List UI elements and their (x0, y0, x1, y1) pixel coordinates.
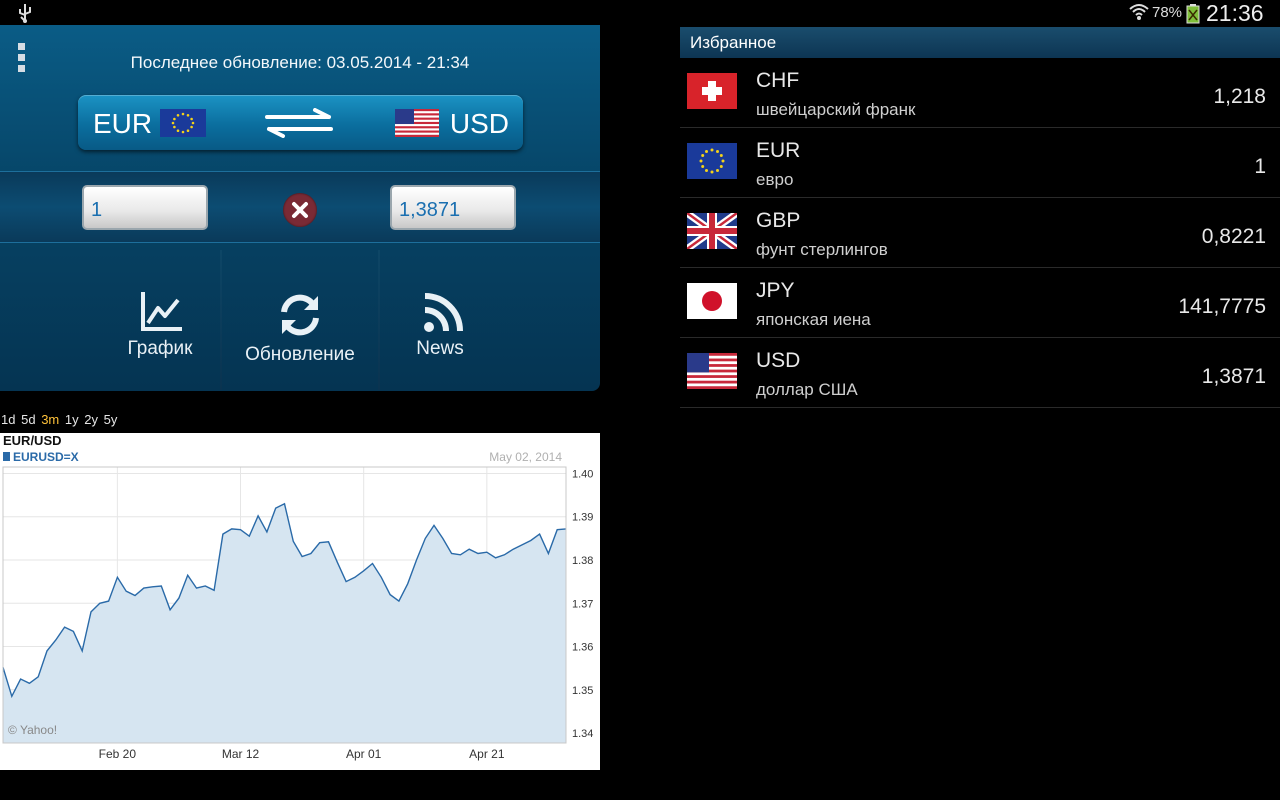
wifi-icon (1128, 2, 1150, 27)
yahoo-watermark: © Yahoo! (8, 723, 57, 737)
currency-name: евро (756, 170, 794, 189)
currency-name: японская иена (756, 310, 871, 329)
favorites-header: Избранное (680, 27, 1280, 58)
close-icon (292, 202, 308, 218)
currency-rate: 1,218 (1213, 85, 1266, 108)
y-tick-label: 1.38 (572, 555, 593, 567)
list-item[interactable]: CHF швейцарский франк 1,218 (680, 58, 1280, 128)
period-2y[interactable]: 2y (84, 412, 98, 427)
y-tick-label: 1.36 (572, 642, 593, 654)
currency-code: EUR (756, 139, 801, 162)
legend-swatch (3, 452, 10, 461)
currency-rate: 1 (1254, 155, 1266, 178)
chart-title: EUR/USD (3, 433, 62, 448)
refresh-label: Обновление (245, 344, 355, 365)
refresh-button[interactable]: Обновление (222, 250, 378, 390)
us-flag-icon (687, 353, 737, 389)
last-update-text: Последнее обновление: 03.05.2014 - 21:34 (130, 53, 470, 72)
converter-panel: Последнее обновление: 03.05.2014 - 21:34… (0, 25, 600, 391)
jp-flag-icon (687, 283, 737, 319)
y-tick-label: 1.40 (572, 468, 593, 480)
y-tick-label: 1.39 (572, 512, 593, 524)
currency-name: доллар США (756, 380, 858, 399)
from-currency[interactable]: EUR (93, 108, 152, 140)
rate-chart: EUR/USD EURUSD=X May 02, 2014 © Yahoo! 1… (0, 433, 600, 770)
swap-icon[interactable] (263, 108, 335, 143)
currency-code: GBP (756, 209, 801, 232)
favorites-title: Избранное (690, 33, 777, 52)
ch-flag-icon (687, 73, 737, 109)
currency-rate: 141,7775 (1178, 295, 1266, 318)
clear-button[interactable] (283, 193, 317, 227)
rss-icon (424, 293, 463, 332)
currency-name: фунт стерлингов (756, 240, 888, 259)
currency-rate: 1,3871 (1201, 365, 1266, 388)
eu-flag-icon (160, 109, 206, 142)
list-item[interactable]: USD доллар США 1,3871 (680, 338, 1280, 408)
list-item[interactable]: EUR евро 1 (680, 128, 1280, 198)
currency-code: JPY (756, 279, 795, 302)
us-flag-icon (395, 109, 439, 142)
x-tick-label: Apr 01 (346, 747, 382, 761)
list-item[interactable]: JPY японская иена 141,7775 (680, 268, 1280, 338)
battery-icon (1186, 4, 1200, 29)
chart-label: График (127, 338, 193, 359)
chart-icon (141, 292, 182, 331)
amount-input-band: 1 1,3871 (0, 171, 600, 243)
news-button[interactable]: News (380, 250, 500, 390)
eu-flag-icon (687, 143, 737, 179)
y-tick-label: 1.35 (572, 685, 593, 697)
favorites-list: CHF швейцарский франк 1,218 EUR евро 1 G… (680, 58, 1280, 408)
currency-code: USD (756, 349, 801, 372)
to-currency[interactable]: USD (450, 108, 509, 140)
y-tick-label: 1.37 (572, 598, 593, 610)
from-amount-input[interactable]: 1 (82, 185, 208, 230)
rate-chart-svg: EUR/USD EURUSD=X May 02, 2014 © Yahoo! 1… (2, 433, 593, 761)
currency-rate: 0,8221 (1201, 225, 1266, 248)
refresh-icon (281, 294, 319, 336)
area-fill (3, 503, 566, 743)
y-tick-label: 1.34 (572, 728, 593, 740)
list-item[interactable]: GBP фунт стерлингов 0,8221 (680, 198, 1280, 268)
period-5d[interactable]: 5d (21, 412, 35, 427)
currency-pair-selector[interactable]: EUR USD (78, 95, 523, 150)
x-tick-label: Apr 21 (469, 747, 505, 761)
period-3m[interactable]: 3m (41, 412, 59, 427)
period-5y[interactable]: 5y (104, 412, 118, 427)
period-selector: 1d 5d 3m 1y 2y 5y (1, 412, 119, 427)
currency-name: швейцарский франк (756, 100, 916, 119)
to-amount-input[interactable]: 1,3871 (390, 185, 516, 230)
news-label: News (416, 338, 464, 359)
status-bar: 78% 21:36 (0, 0, 1280, 27)
period-1y[interactable]: 1y (65, 412, 79, 427)
x-tick-label: Feb 20 (99, 747, 137, 761)
clock: 21:36 (1206, 0, 1264, 26)
chart-button[interactable]: График (100, 250, 220, 390)
period-1d[interactable]: 1d (1, 412, 15, 427)
gb-flag-icon (687, 213, 737, 249)
x-tick-label: Mar 12 (222, 747, 260, 761)
legend-label: EURUSD=X (13, 450, 79, 464)
chart-date: May 02, 2014 (489, 450, 562, 464)
currency-code: CHF (756, 69, 800, 92)
battery-percent: 78% (1152, 4, 1183, 21)
